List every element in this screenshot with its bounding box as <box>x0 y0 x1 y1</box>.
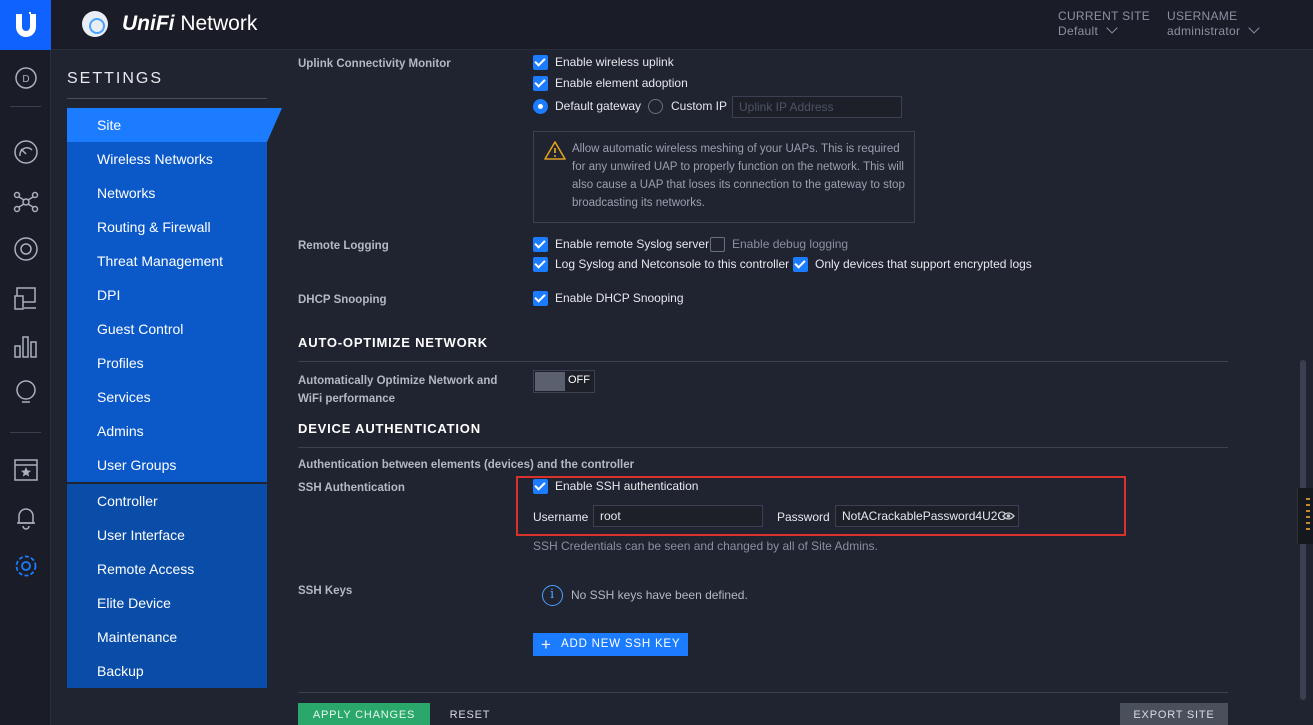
uplink-ip-input[interactable]: Uplink IP Address <box>732 96 902 118</box>
menu-item-guest-control[interactable]: Guest Control <box>67 312 267 346</box>
dhcp-snooping-checkbox[interactable] <box>533 291 548 306</box>
ubiquiti-logo[interactable] <box>0 0 51 50</box>
current-site-value: Default <box>1058 24 1099 38</box>
username-menu[interactable]: USERNAME administrator <box>1167 9 1260 39</box>
eye-icon[interactable] <box>1002 511 1015 521</box>
ssh-password-label: Password <box>777 510 830 524</box>
username-value: administrator <box>1167 24 1241 38</box>
username-label: USERNAME <box>1167 9 1238 23</box>
ssh-enable-label: Enable SSH authentication <box>555 479 699 493</box>
debug-logging-checkbox[interactable] <box>710 237 725 252</box>
insights-icon[interactable] <box>12 332 40 360</box>
element-adoption-label: Enable element adoption <box>555 76 688 90</box>
menu-item-user-groups[interactable]: User Groups <box>67 448 267 482</box>
encrypted-logs-label: Only devices that support encrypted logs <box>815 257 1032 271</box>
menu-item-wireless-networks[interactable]: Wireless Networks <box>67 142 267 176</box>
topology-icon[interactable] <box>12 188 40 216</box>
syslog-checkbox[interactable] <box>533 237 548 252</box>
auto-optimize-label: Automatically Optimize Network and WiFi … <box>298 375 498 405</box>
nav-rail: D <box>0 50 51 725</box>
debug-logging-label: Enable debug logging <box>732 237 849 251</box>
active-menu-indicator <box>267 108 282 142</box>
remote-logging-label: Remote Logging <box>298 240 389 252</box>
uplink-monitor-label: Uplink Connectivity Monitor <box>298 58 451 70</box>
ssh-keys-label: SSH Keys <box>298 585 353 597</box>
info-icon <box>542 585 563 606</box>
custom-ip-label: Custom IP <box>671 99 728 113</box>
menu-item-remote-access[interactable]: Remote Access <box>67 552 267 586</box>
alerts-icon[interactable] <box>12 503 40 531</box>
menu-item-dpi[interactable]: DPI <box>67 278 267 312</box>
apply-changes-button[interactable]: APPLY CHANGES <box>298 703 430 725</box>
encrypted-logs-checkbox[interactable] <box>793 257 808 272</box>
chevron-down-icon <box>1248 22 1260 34</box>
menu-item-admins[interactable]: Admins <box>67 414 267 448</box>
wireless-uplink-checkbox[interactable] <box>533 55 548 70</box>
events-icon[interactable] <box>12 455 40 483</box>
syslog-label: Enable remote Syslog server <box>555 237 710 251</box>
chevron-down-icon <box>1106 22 1118 34</box>
menu-item-user-interface[interactable]: User Interface <box>67 518 267 552</box>
menu-item-threat-management[interactable]: Threat Management <box>67 244 267 278</box>
add-ssh-key-button[interactable]: + ADD NEW SSH KEY <box>533 633 688 656</box>
side-handle[interactable] <box>1297 488 1313 544</box>
unifi-app-icon <box>82 11 108 37</box>
device-auth-heading: DEVICE AUTHENTICATION <box>298 421 481 436</box>
devices-icon[interactable] <box>12 235 40 263</box>
default-gateway-label: Default gateway <box>555 99 642 113</box>
ubiquiti-u-icon <box>16 12 36 37</box>
menu-item-backup[interactable]: Backup <box>67 654 267 688</box>
ssh-credentials-note: SSH Credentials can be seen and changed … <box>533 539 878 553</box>
warning-icon <box>544 141 566 160</box>
svg-text:D: D <box>22 74 29 85</box>
reset-button[interactable]: RESET <box>440 703 500 725</box>
app-title: UniFi Network <box>122 12 258 35</box>
ssh-password-input[interactable]: NotACrackablePassword4U2C <box>835 505 1019 527</box>
custom-ip-radio[interactable] <box>648 99 663 114</box>
statistics-icon[interactable] <box>12 138 40 166</box>
ssh-auth-label: SSH Authentication <box>298 482 405 494</box>
menu-item-site[interactable]: Site <box>67 108 267 142</box>
toggle-state: OFF <box>568 374 590 386</box>
ssh-username-label: Username <box>533 510 589 524</box>
settings-menu: Site Wireless Networks Networks Routing … <box>67 108 267 688</box>
menu-item-controller[interactable]: Controller <box>67 484 267 518</box>
menu-item-networks[interactable]: Networks <box>67 176 267 210</box>
top-bar: UniFi Network CURRENT SITE Default USERN… <box>0 0 1313 50</box>
plus-icon: + <box>541 635 552 654</box>
dashboard-icon[interactable]: D <box>12 64 40 92</box>
no-ssh-keys-text: No SSH keys have been defined. <box>571 588 748 602</box>
device-auth-subtitle: Authentication between elements (devices… <box>298 459 635 471</box>
dhcp-snooping-enable-label: Enable DHCP Snooping <box>555 291 684 305</box>
auto-optimize-heading: AUTO-OPTIMIZE NETWORK <box>298 335 488 350</box>
mesh-warning-box: Allow automatic wireless meshing of your… <box>533 131 915 223</box>
element-adoption-checkbox[interactable] <box>533 76 548 91</box>
settings-title: SETTINGS <box>67 70 164 87</box>
auto-optimize-toggle[interactable]: OFF <box>533 370 595 393</box>
ssh-username-input[interactable]: root <box>593 505 763 527</box>
wireless-uplink-label: Enable wireless uplink <box>555 55 674 69</box>
settings-icon[interactable] <box>12 552 40 580</box>
dhcp-snooping-label: DHCP Snooping <box>298 294 387 306</box>
clients-icon[interactable] <box>12 284 40 312</box>
menu-item-elite-device[interactable]: Elite Device <box>67 586 267 620</box>
default-gateway-radio[interactable] <box>533 99 548 114</box>
ssh-enable-checkbox[interactable] <box>533 479 548 494</box>
netconsole-label: Log Syslog and Netconsole to this contro… <box>555 257 790 271</box>
menu-item-services[interactable]: Services <box>67 380 267 414</box>
mesh-warning-text: Allow automatic wireless meshing of your… <box>572 143 905 209</box>
current-site-selector[interactable]: CURRENT SITE Default <box>1058 9 1150 39</box>
settings-divider <box>67 98 267 99</box>
export-site-button[interactable]: EXPORT SITE <box>1120 703 1228 725</box>
ideas-icon[interactable] <box>12 378 40 406</box>
current-site-label: CURRENT SITE <box>1058 9 1151 23</box>
menu-item-profiles[interactable]: Profiles <box>67 346 267 380</box>
menu-item-maintenance[interactable]: Maintenance <box>67 620 267 654</box>
menu-item-routing-firewall[interactable]: Routing & Firewall <box>67 210 267 244</box>
netconsole-checkbox[interactable] <box>533 257 548 272</box>
